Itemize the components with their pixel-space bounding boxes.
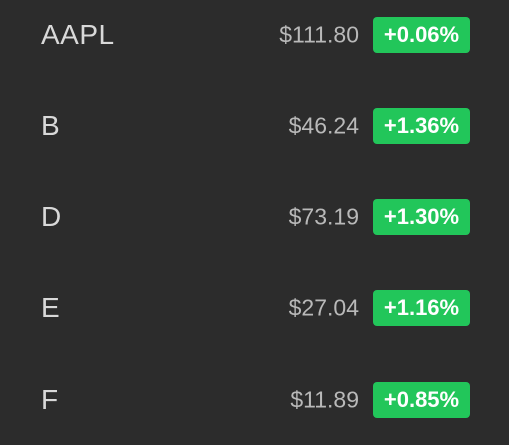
stock-price: $111.80 — [279, 21, 359, 48]
stock-row-b[interactable]: B $46.24 +1.36% — [0, 96, 509, 156]
stock-symbol: D — [41, 201, 62, 232]
stock-symbol: F — [41, 384, 59, 415]
change-badge[interactable]: +1.16% — [373, 290, 470, 326]
stock-symbol: AAPL — [41, 19, 115, 50]
stock-list: AAPL $111.80 +0.06% B $46.24 +1.36% D $7… — [0, 0, 509, 445]
stock-row-e[interactable]: E $27.04 +1.16% — [0, 278, 509, 338]
stock-row-aapl[interactable]: AAPL $111.80 +0.06% — [0, 5, 509, 65]
stock-row-f[interactable]: F $11.89 +0.85% — [0, 370, 509, 430]
stock-price: $27.04 — [288, 294, 359, 321]
stock-symbol: E — [41, 292, 61, 323]
stock-price: $46.24 — [288, 112, 359, 139]
change-badge[interactable]: +1.30% — [373, 199, 470, 235]
change-badge[interactable]: +0.06% — [373, 17, 470, 53]
stock-row-d[interactable]: D $73.19 +1.30% — [0, 187, 509, 247]
stock-symbol: B — [41, 110, 61, 141]
stock-price: $11.89 — [290, 386, 359, 413]
stock-price: $73.19 — [288, 203, 359, 230]
change-badge[interactable]: +0.85% — [373, 382, 470, 418]
change-badge[interactable]: +1.36% — [373, 108, 470, 144]
